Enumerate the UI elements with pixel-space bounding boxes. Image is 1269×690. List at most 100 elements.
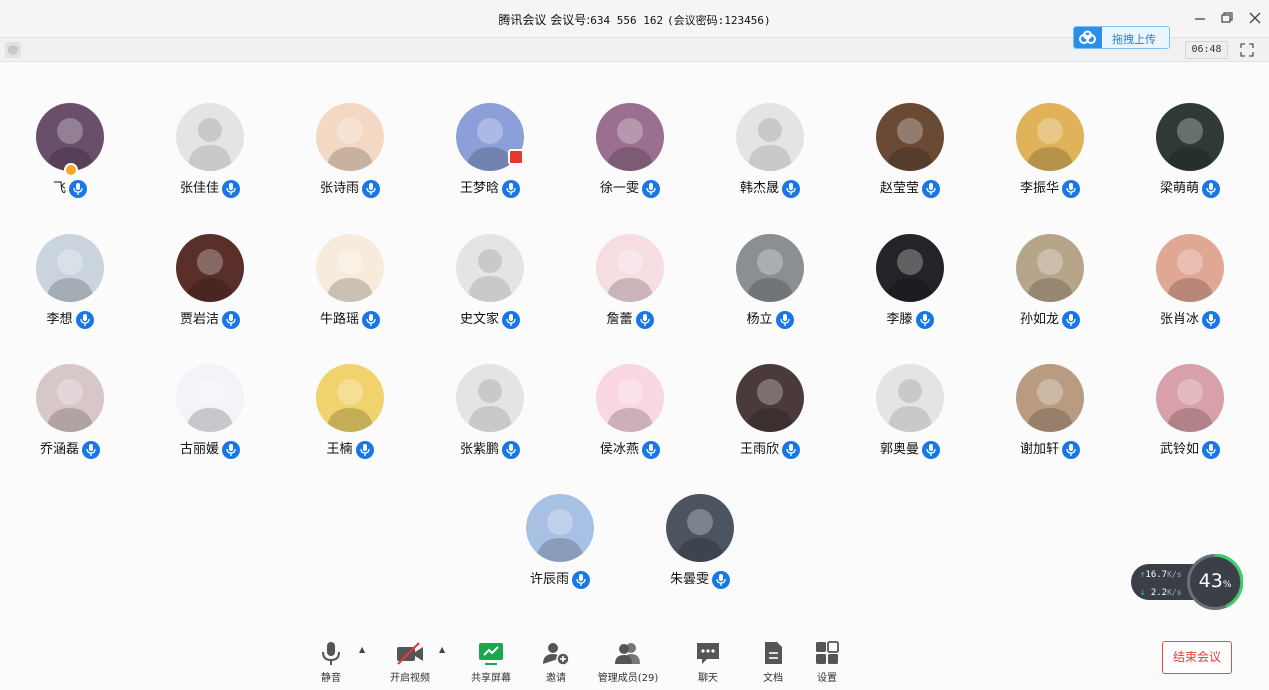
avatar[interactable] [876,103,944,171]
participant-tile[interactable]: 张佳佳 [150,103,270,213]
documents-button[interactable]: 文档 [755,636,791,686]
participant-name-row: 杨立 [710,310,830,330]
close-icon[interactable] [1247,10,1263,26]
participant-tile[interactable]: 许辰雨 [500,494,620,604]
avatar[interactable] [1016,234,1084,302]
share-label: 共享屏幕 [471,673,511,684]
cpu-percent: 43% [1198,570,1232,592]
participant-tile[interactable]: 王梦晗 [430,103,550,213]
participant-tile[interactable]: 梁萌萌 [1130,103,1250,213]
avatar[interactable] [596,234,664,302]
participant-tile[interactable]: 古丽媛 [150,364,270,474]
chat-button[interactable]: 聊天 [690,636,726,686]
mic-active-icon [712,571,730,589]
minimize-icon[interactable] [1192,10,1208,26]
participant-tile[interactable]: 张紫鹏 [430,364,550,474]
mic-active-icon [502,441,520,459]
avatar[interactable] [1156,364,1224,432]
participant-tile[interactable]: 杨立 [710,234,830,344]
manage-members-button[interactable]: 管理成员(29) [594,636,662,686]
mic-active-icon [775,311,794,329]
participant-name: 张肖冰 [1159,312,1199,327]
avatar[interactable] [456,234,524,302]
participant-name-row: 张佳佳 [150,179,270,199]
restore-icon[interactable] [1219,10,1235,26]
network-widget[interactable]: ↑16.7K/s ↓ 2.2K/s 43% [1131,554,1243,610]
avatar[interactable] [176,234,244,302]
avatar[interactable] [736,234,804,302]
participant-tile[interactable]: 王楠 [290,364,410,474]
participant-tile[interactable]: 李滕 [850,234,970,344]
participant-tile[interactable]: 张肖冰 [1130,234,1250,344]
drag-upload-button[interactable]: 拖拽上传 [1073,26,1170,49]
video-options-caret-icon[interactable]: ▲ [439,645,449,655]
avatar[interactable] [36,103,104,171]
default-avatar-icon [748,118,792,171]
avatar[interactable] [1156,234,1224,302]
participant-tile[interactable]: 赵莹莹 [850,103,970,213]
avatar[interactable] [316,234,384,302]
end-meeting-button[interactable]: 结束会议 [1162,641,1232,674]
avatar[interactable] [876,364,944,432]
participant-tile[interactable]: 韩杰晟 [710,103,830,213]
participant-name-row: 武铃如 [1130,440,1250,460]
avatar[interactable] [456,364,524,432]
share-screen-button[interactable]: 共享屏幕 [466,636,516,686]
avatar[interactable] [596,364,664,432]
participant-tile[interactable]: 谢加轩 [990,364,1110,474]
avatar[interactable] [316,364,384,432]
avatar[interactable] [596,103,664,171]
default-avatar-icon [468,379,512,432]
participant-tile[interactable]: 史文家 [430,234,550,344]
participant-name: 许辰雨 [529,572,569,587]
invite-button[interactable]: 邀请 [538,636,574,686]
participant-tile[interactable]: 王雨欣 [710,364,830,474]
participant-tile[interactable]: 张诗雨 [290,103,410,213]
avatar[interactable] [1156,103,1224,171]
security-shield-icon[interactable] [5,42,21,58]
participant-tile[interactable]: 朱曇雯 [640,494,760,604]
settings-button[interactable]: 设置 [809,636,845,686]
participant-tile[interactable]: 徐一雯 [570,103,690,213]
mute-button[interactable]: 静音 [313,636,349,686]
avatar[interactable] [526,494,594,562]
mic-active-icon [922,441,940,459]
participant-tile[interactable]: 李想 [10,234,130,344]
participant-name: 武铃如 [1159,442,1199,457]
participant-name-row: 韩杰晟 [710,179,830,199]
participant-tile[interactable]: 侯冰燕 [570,364,690,474]
meeting-id-label: 会议号: [550,13,591,27]
avatar[interactable] [36,234,104,302]
mic-active-icon [355,441,374,459]
avatar[interactable] [666,494,734,562]
participant-tile[interactable]: 李振华 [990,103,1110,213]
participant-tile[interactable]: 贾岩洁 [150,234,270,344]
participant-name-row: 郭奥曼 [850,440,970,460]
mute-label: 静音 [321,673,341,684]
participant-tile[interactable]: 郭奥曼 [850,364,970,474]
mute-options-caret-icon[interactable]: ▲ [359,645,369,655]
mic-active-icon [1062,441,1080,459]
photo-avatar-icon [176,234,244,302]
avatar[interactable] [1016,364,1084,432]
avatar[interactable] [176,103,244,171]
avatar[interactable] [876,234,944,302]
avatar[interactable] [176,364,244,432]
start-video-button[interactable]: 开启视频 [384,636,436,686]
avatar[interactable] [36,364,104,432]
avatar[interactable] [1016,103,1084,171]
participant-tile[interactable]: 孙如龙 [990,234,1110,344]
avatar[interactable] [736,364,804,432]
participant-tile[interactable]: 詹蕾 [570,234,690,344]
avatar[interactable] [736,103,804,171]
participant-name: 徐一雯 [599,181,639,196]
participant-tile[interactable]: 牛路瑶 [290,234,410,344]
participant-name: 谢加轩 [1019,442,1059,457]
participant-name-row: 张紫鹏 [430,440,550,460]
avatar[interactable] [316,103,384,171]
participant-tile[interactable]: 飞 [10,103,130,213]
participant-tile[interactable]: 武铃如 [1130,364,1250,474]
participant-tile[interactable]: 乔涵磊 [10,364,130,474]
fullscreen-icon[interactable] [1240,42,1254,57]
mic-active-icon [502,311,520,329]
